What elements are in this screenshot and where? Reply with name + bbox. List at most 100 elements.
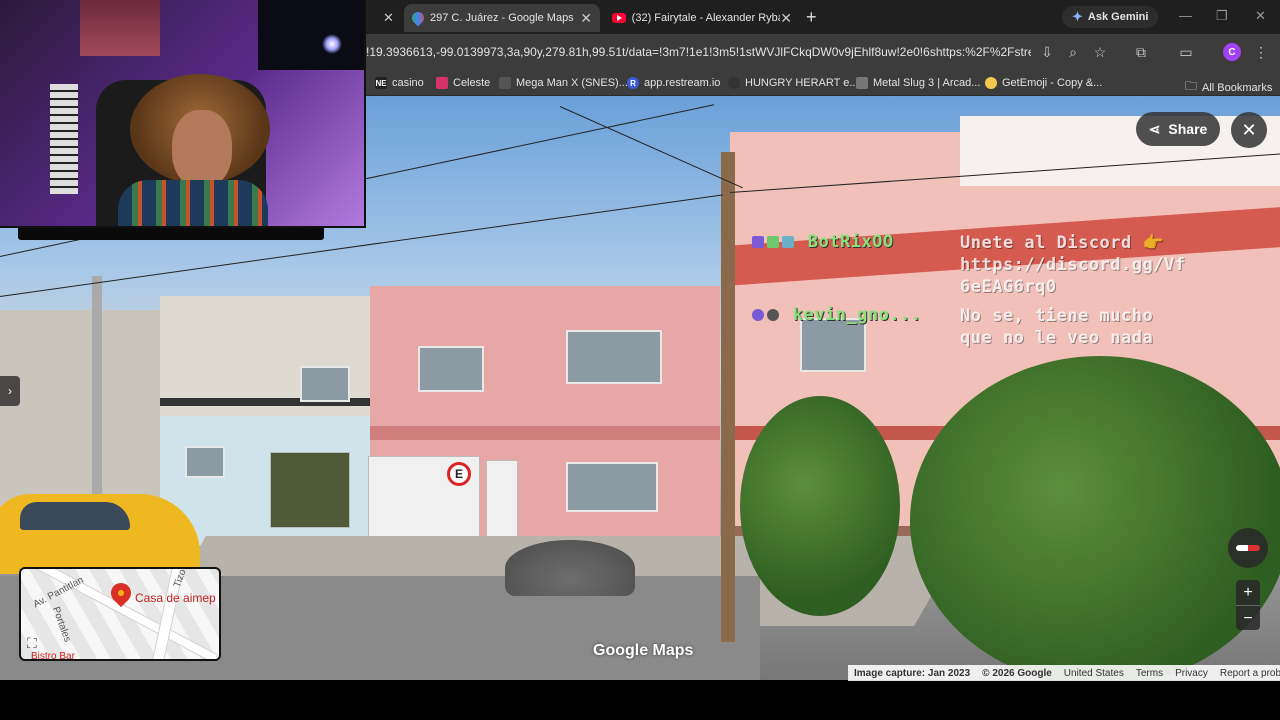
restream-favicon-icon: R <box>627 77 639 89</box>
yellow-taxi <box>0 494 200 574</box>
bot-badge-icon <box>782 236 794 248</box>
bookmark-casino[interactable]: NE casino <box>375 77 424 89</box>
compass-needle-icon <box>1236 545 1260 551</box>
window <box>185 446 225 478</box>
zoom-icon[interactable]: ⌕ <box>1064 44 1082 61</box>
menu-kebab-icon[interactable]: ⋮ <box>1252 44 1270 61</box>
chat-message-1: BotRixOO <box>752 232 894 252</box>
streamer-face <box>172 110 232 188</box>
window <box>566 330 662 384</box>
report-problem-link[interactable]: Report a problem <box>1220 668 1280 679</box>
image-capture-date: Image capture: Jan 2023 <box>854 667 971 679</box>
close-window-button[interactable]: ✕ <box>1255 8 1266 24</box>
bookmark-getemoji[interactable]: GetEmoji - Copy &... <box>985 77 1102 89</box>
minimize-button[interactable]: — <box>1179 8 1192 23</box>
celeste-favicon-icon <box>436 77 448 89</box>
wall-poster <box>80 0 160 56</box>
rubble-pile <box>505 540 635 596</box>
tab-youtube-fairytale[interactable]: (32) Fairytale - Alexander Ryba ✕ <box>604 4 800 32</box>
bookmark-label: Metal Slug 3 | Arcad... <box>873 77 981 89</box>
country-link[interactable]: United States <box>1064 668 1124 679</box>
share-button[interactable]: ⋖ Share <box>1136 112 1220 146</box>
bookmark-metal-slug-3[interactable]: Metal Slug 3 | Arcad... <box>856 77 980 89</box>
chat-message-1-text: Unete al Discord 👉 https://discord.gg/Vf… <box>960 232 1185 298</box>
prev-tab-close-icon[interactable]: ✕ <box>383 10 394 26</box>
bookmark-label: Celeste <box>453 77 491 89</box>
casino-favicon-icon: NE <box>375 77 387 89</box>
webcam-frame-bar <box>18 228 324 240</box>
poi-label[interactable]: Bistro Bar <box>31 651 75 659</box>
graffiti-door <box>270 452 350 528</box>
chat-message-2: kevin_gno... <box>752 305 922 325</box>
extensions-puzzle-icon[interactable]: ⧉ <box>1132 44 1150 61</box>
bookmark-hungry-herart[interactable]: HUNGRY HERART e... <box>728 77 859 89</box>
chat-text-line: No se, tiene mucho <box>960 306 1154 326</box>
chat-text-line: Unete al Discord 👉 <box>960 233 1165 253</box>
bush-large <box>910 356 1280 680</box>
url-input[interactable]: !19.3936613,-99.0139973,3a,90y,279.81h,9… <box>366 45 1031 59</box>
terms-link[interactable]: Terms <box>1136 668 1163 679</box>
chat-text-line: https://discord.gg/Vf <box>960 255 1186 275</box>
game-controller-icon <box>499 77 511 89</box>
bookmark-restream[interactable]: R app.restream.io <box>627 77 720 89</box>
window <box>418 346 484 392</box>
profile-avatar[interactable]: C <box>1223 43 1241 61</box>
compass-button[interactable] <box>1228 528 1268 568</box>
tab-google-maps[interactable]: 297 C. Juárez - Google Maps ✕ <box>404 4 600 32</box>
share-label: Share <box>1168 121 1208 137</box>
expand-map-icon[interactable]: ⛶ <box>27 635 37 652</box>
keyboard-stand <box>50 84 78 194</box>
chat-text-line: que no le veo nada <box>960 328 1154 348</box>
bookmark-label: GetEmoji - Copy &... <box>1002 77 1103 89</box>
zoom-controls: + − <box>1236 580 1260 630</box>
tree <box>740 396 900 616</box>
ring-light <box>322 34 342 54</box>
bookmark-label: app.restream.io <box>644 77 721 89</box>
folder-icon: 🗀 <box>1185 79 1198 93</box>
utility-pole <box>721 152 735 642</box>
new-tab-button[interactable]: + <box>806 7 817 27</box>
bookmark-star-icon[interactable]: ☆ <box>1091 44 1109 61</box>
share-icon: ⋖ <box>1148 120 1161 137</box>
all-bookmarks-button[interactable]: 🗀 All Bookmarks <box>1185 77 1272 98</box>
tab-close-icon[interactable]: ✕ <box>580 10 592 27</box>
zoom-in-button[interactable]: + <box>1236 580 1260 605</box>
utility-pole-left <box>92 276 102 506</box>
window <box>800 318 866 372</box>
window <box>300 366 350 402</box>
chat-message-2-text: No se, tiene mucho que no le veo nada <box>960 305 1153 349</box>
install-app-icon[interactable]: ⇩ <box>1038 44 1056 61</box>
poi-label[interactable]: Casa de aimep <box>135 591 216 605</box>
no-parking-sign: E <box>447 462 471 486</box>
copyright: © 2026 Google <box>982 667 1052 679</box>
chat-text-line: 6eEAG6rq0 <box>960 277 1057 297</box>
screen: 297 C. Juárez - Google Maps ✕ ✕ (32) Fai… <box>0 0 1280 720</box>
maps-footer: Image capture: Jan 2023 © 2026 Google Un… <box>848 665 1280 681</box>
bookmark-label: Mega Man X (SNES)... <box>516 77 628 89</box>
cast-icon[interactable]: ▭ <box>1177 44 1195 61</box>
bookmark-label: HUNGRY HERART e... <box>745 77 859 89</box>
close-street-view-button[interactable]: ✕ <box>1231 112 1267 148</box>
all-bookmarks-label: All Bookmarks <box>1202 81 1273 94</box>
minimap[interactable]: Casa de aimep Av. Pantitlan Tizo Portale… <box>19 567 221 661</box>
gemini-sparkle-icon: ✦ <box>1072 9 1083 24</box>
bookmark-mega-man-x[interactable]: Mega Man X (SNES)... <box>499 77 628 89</box>
bookmark-label: casino <box>392 77 424 89</box>
sub-badge-icon <box>752 236 764 248</box>
window <box>566 462 658 512</box>
tab-close-icon[interactable]: ✕ <box>780 10 792 27</box>
privacy-link[interactable]: Privacy <box>1175 668 1208 679</box>
streamer-shirt <box>118 180 268 226</box>
bookmark-celeste[interactable]: Celeste <box>436 77 490 89</box>
zoom-out-button[interactable]: − <box>1236 606 1260 631</box>
maximize-button[interactable]: ❐ <box>1216 8 1228 24</box>
youtube-favicon-icon <box>612 13 626 23</box>
sub-badge-icon <box>752 309 764 321</box>
ask-gemini-button[interactable]: ✦ Ask Gemini <box>1062 6 1159 28</box>
google-maps-logo: Google Maps <box>593 642 694 659</box>
emoji-favicon-icon <box>985 77 997 89</box>
tab-title: 297 C. Juárez - Google Maps <box>430 12 574 24</box>
expand-side-panel-button[interactable]: › <box>0 376 20 406</box>
hungry-herart-favicon-icon <box>728 77 740 89</box>
tab-title: (32) Fairytale - Alexander Ryba <box>631 12 781 24</box>
